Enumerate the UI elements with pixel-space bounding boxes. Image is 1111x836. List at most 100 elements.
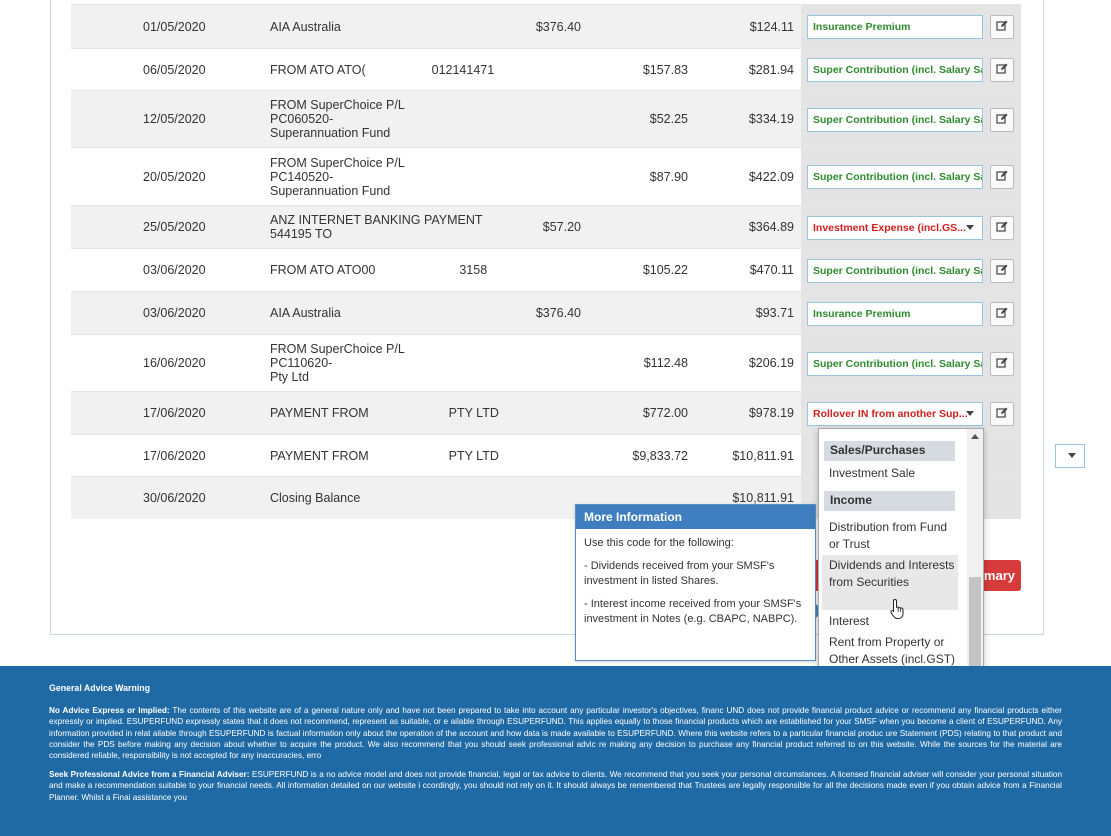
description-line: Superannuation Fund	[270, 183, 391, 198]
category-value: Rollover IN from another Sup...	[813, 408, 968, 420]
category-select[interactable]: Super Contribution (incl. Salary Sa...	[807, 352, 983, 376]
description-cell: AIA Australia	[270, 292, 500, 334]
popover-title: More Information	[576, 505, 815, 529]
date-cell: 25/05/2020	[143, 220, 206, 234]
credit-cell: $112.48	[643, 356, 688, 370]
description-cell: FROM ATO ATO(012141471	[270, 49, 500, 90]
category-select[interactable]: Insurance Premium	[807, 15, 983, 39]
popover-body: Use this code for the following: - Divid…	[576, 529, 815, 642]
debit-cell	[491, 435, 581, 476]
table-row: 03/06/2020 AIA Australia $376.40 $93.71 Insu…	[71, 291, 1021, 334]
description-line: FROM ATO ATO00	[270, 263, 376, 277]
popover-line: - Dividends received from your SMSF's in…	[584, 560, 775, 587]
dropdown-option[interactable]: Distribution from Fund or Trust	[829, 519, 957, 553]
description-line: FROM SuperChoice P/L	[270, 98, 405, 112]
edit-button[interactable]	[990, 15, 1014, 39]
description-line: 3158	[459, 263, 488, 277]
footer-paragraph-seek-advice: Seek Professional Advice from a Financia…	[49, 769, 1062, 803]
description-line: FROM ATO ATO(	[270, 62, 366, 77]
dropdown-option[interactable]: Investment Sale	[829, 465, 957, 482]
edit-icon	[996, 113, 1008, 128]
edit-icon	[996, 20, 1008, 35]
category-value: Super Contribution (incl. Salary Sa...	[813, 265, 983, 277]
balance-cell: $281.94	[748, 62, 794, 77]
description-line: PC060520-	[270, 112, 334, 126]
footer-bold-label: Seek Professional Advice from a Financia…	[49, 770, 250, 780]
description-line: Pty Ltd	[270, 370, 309, 384]
debit-cell	[491, 477, 581, 519]
category-select[interactable]: Super Contribution (incl. Salary Sa...	[807, 58, 983, 82]
footer-bold-label: No Advice Express or Implied:	[49, 706, 170, 716]
description-line: AIA Australia	[270, 306, 341, 320]
edit-icon	[996, 170, 1008, 185]
category-select[interactable]	[1055, 444, 1085, 468]
edit-button[interactable]	[990, 108, 1014, 132]
footer-paragraph-no-advice: No Advice Express or Implied: The conten…	[49, 705, 1062, 761]
table-row: 25/05/2020 ANZ INTERNET BANKING PAYMENT 54…	[71, 205, 1021, 248]
table-row: 12/05/2020 FROM SuperChoice P/L PC060520- S…	[71, 90, 1021, 147]
credit-cell: $105.22	[642, 263, 688, 277]
credit-cell: $87.90	[649, 169, 688, 184]
debit-cell: $57.20	[542, 220, 581, 234]
debit-cell	[491, 335, 581, 391]
date-cell: 03/06/2020	[143, 263, 206, 277]
credit-cell	[596, 292, 688, 334]
description-line: Closing Balance	[270, 491, 361, 505]
description-line: FROM SuperChoice P/L	[270, 342, 405, 356]
debit-cell	[491, 49, 581, 90]
date-cell: 17/06/2020	[143, 448, 206, 463]
description-cell: AIA Australia	[270, 5, 500, 48]
popover-line: - Interest income received from your SMS…	[584, 598, 802, 625]
category-select[interactable]: Super Contribution (incl. Salary Sa...	[807, 108, 983, 132]
description-line: AIA Australia	[270, 19, 341, 34]
category-select[interactable]: Rollover IN from another Sup...	[807, 402, 983, 426]
category-select[interactable]: Super Contribution (incl. Salary Sa...	[807, 165, 983, 189]
edit-button[interactable]	[990, 216, 1014, 240]
debit-cell: $376.40	[535, 306, 581, 320]
popover-line: Use this code for the following:	[584, 537, 734, 549]
footer-text: The contents of this website are of a ge…	[49, 706, 1063, 761]
edit-button[interactable]	[990, 259, 1014, 283]
debit-cell	[491, 249, 581, 291]
edit-icon	[996, 63, 1008, 78]
date-cell: 17/06/2020	[143, 406, 206, 420]
credit-cell: $772.00	[642, 406, 688, 420]
footer-heading: General Advice Warning	[49, 683, 151, 693]
description-line: ANZ INTERNET BANKING PAYMENT	[270, 213, 483, 227]
credit-cell	[596, 206, 688, 248]
category-select[interactable]: Investment Expense (incl.GS...	[807, 216, 983, 240]
category-select[interactable]: Insurance Premium	[807, 302, 983, 326]
more-info-popover: More Information Use this code for the f…	[575, 504, 816, 661]
date-cell: 06/05/2020	[143, 62, 206, 77]
balance-cell: $10,811.91	[732, 448, 794, 463]
dropdown-group-header: Income	[824, 491, 955, 511]
scroll-up-icon[interactable]	[971, 434, 979, 439]
dropdown-option[interactable]: Rent from Property or Other Assets (incl…	[829, 634, 957, 668]
date-cell: 16/06/2020	[143, 356, 206, 370]
balance-cell: $978.19	[748, 406, 794, 420]
edit-icon	[996, 307, 1008, 322]
description-line: PC140520-	[270, 169, 334, 184]
balance-cell: $422.09	[748, 169, 794, 184]
description-cell: PAYMENT FROM PTY LTD	[270, 435, 500, 476]
category-select[interactable]: Super Contribution (incl. Salary Sa...	[807, 259, 983, 283]
edit-button[interactable]	[990, 165, 1014, 189]
edit-button[interactable]	[990, 302, 1014, 326]
edit-button[interactable]	[990, 58, 1014, 82]
edit-button[interactable]	[990, 402, 1014, 426]
description-cell: ANZ INTERNET BANKING PAYMENT 544195 TO	[270, 206, 500, 248]
date-cell: 12/05/2020	[143, 112, 206, 126]
debit-cell	[491, 148, 581, 205]
debit-cell: $376.40	[535, 19, 581, 34]
edit-button[interactable]	[990, 352, 1014, 376]
dropdown-group-header: Sales/Purchases	[824, 441, 955, 461]
category-value: Insurance Premium	[813, 308, 911, 320]
table-row: 03/06/2020 FROM ATO ATO00 3158 $105.22 $470.…	[71, 248, 1021, 291]
description-cell: Closing Balance	[270, 477, 500, 519]
dropdown-option[interactable]: Dividends and Interests from Securities	[829, 557, 957, 591]
hand-cursor-icon	[890, 598, 904, 619]
debit-cell	[491, 392, 581, 434]
table-row: 06/05/2020 FROM ATO ATO(012141471 $157.83 $…	[71, 48, 1021, 90]
description-line: PAYMENT FROM	[270, 406, 369, 420]
balance-cell: $364.89	[748, 220, 794, 234]
